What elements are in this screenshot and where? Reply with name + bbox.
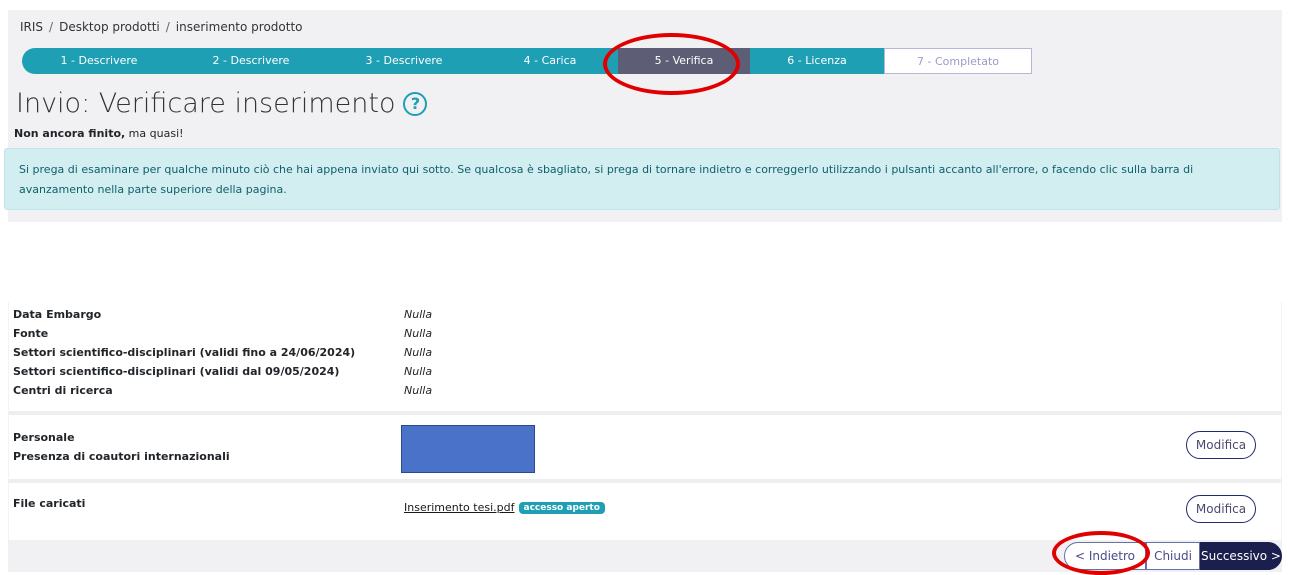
info-alert: Si prega di esaminare per qualche minuto… [4,148,1280,210]
file-entry: Inserimento tesi.pdf accesso aperto [404,496,605,515]
step-2-button[interactable]: 2 - Descrivere [176,48,326,74]
close-button[interactable]: Chiudi [1146,542,1200,570]
row-ssd-dal: Settori scientifico-disciplinari (validi… [13,365,433,378]
next-button[interactable]: Successivo > [1200,542,1282,570]
modify-files-button[interactable]: Modifica [1186,495,1256,523]
row-fonte: Fonte Nulla [13,327,433,340]
step-3-button[interactable]: 3 - Descrivere [326,48,482,74]
personale-panel: Personale Presenza di coautori internazi… [8,415,1282,483]
row-centri-ricerca: Centri di ricerca Nulla [13,384,433,397]
subtitle: Non ancora finito, ma quasi! [14,127,184,140]
help-icon[interactable]: ? [403,91,428,116]
page-title: Invio: Verificare inserimento ? [16,88,428,119]
row-ssd-fino: Settori scientifico-disciplinari (validi… [13,346,433,359]
row-personale: Personale [13,431,75,444]
breadcrumb: IRIS / Desktop prodotti / inserimento prodot… [20,20,303,34]
progress-bar: 1 - Descrivere 2 - Descrivere 3 - Descri… [22,48,1032,74]
breadcrumb-item-desktop[interactable]: Desktop prodotti [59,20,160,34]
open-access-badge: accesso aperto [518,502,605,514]
row-file-caricati: File caricati [13,497,86,510]
nav-bar: < Indietro Chiudi Successivo > [8,540,1282,572]
files-panel: File caricati Inserimento tesi.pdf access… [8,483,1282,540]
modify-personale-button[interactable]: Modifica [1186,431,1256,459]
step-5-button[interactable]: 5 - Verifica [618,48,750,74]
metadata-panel: Data Embargo Nulla Fonte Nulla Settori s… [8,302,1282,415]
breadcrumb-item-current: inserimento prodotto [175,20,303,34]
step-6-button[interactable]: 6 - Licenza [750,48,884,74]
step-7-button: 7 - Completato [884,48,1032,74]
back-button[interactable]: < Indietro [1064,542,1146,570]
breadcrumb-item-iris[interactable]: IRIS [20,20,43,34]
step-4-button[interactable]: 4 - Carica [482,48,618,74]
row-data-embargo: Data Embargo Nulla [13,308,433,321]
redacted-box [401,425,535,473]
row-coautori: Presenza di coautori internazionali [13,450,230,463]
file-link[interactable]: Inserimento tesi.pdf [404,501,515,514]
step-1-button[interactable]: 1 - Descrivere [22,48,176,74]
